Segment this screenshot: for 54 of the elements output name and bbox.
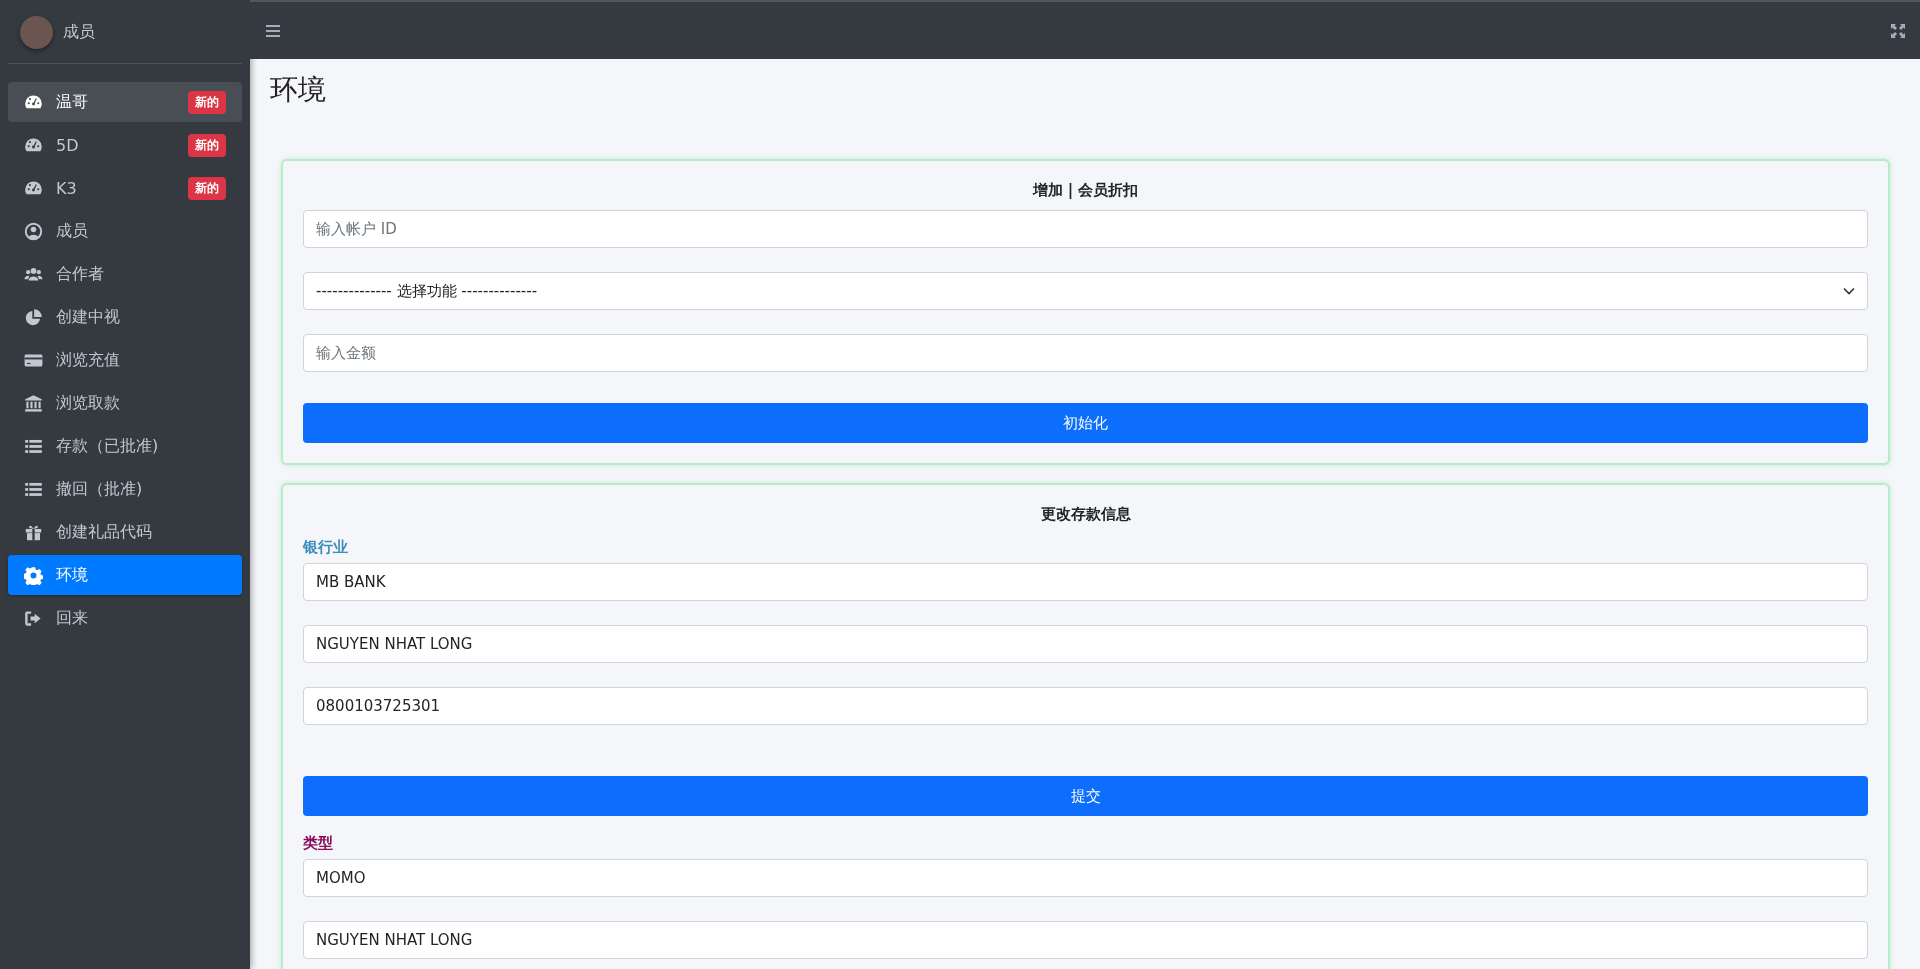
submit-button[interactable]: 初始化 xyxy=(303,403,1868,443)
pie-chart-icon xyxy=(24,307,43,327)
nav-label: 浏览取款 xyxy=(56,392,121,414)
nav-label: 创建中视 xyxy=(56,306,121,328)
section-label: 类型 xyxy=(303,834,334,853)
user-icon xyxy=(24,221,43,241)
input-field[interactable]: 0800103725301 xyxy=(303,687,1868,725)
nav-label: 成员 xyxy=(56,220,89,242)
nav-label: 浏览充值 xyxy=(56,349,121,371)
avatar xyxy=(20,16,53,49)
section-label: 银行业 xyxy=(303,538,349,557)
chevron-down-icon xyxy=(1843,287,1855,295)
nav-item[interactable]: 撤回（批准) xyxy=(8,469,242,509)
new-badge: 新的 xyxy=(188,133,226,157)
nav-item[interactable]: 创建礼品代码 xyxy=(8,512,242,552)
settings-icon xyxy=(24,565,43,585)
submit-button[interactable]: 提交 xyxy=(303,776,1868,816)
bank-icon xyxy=(24,393,43,413)
card-title: 增加 | 会员折扣 xyxy=(1031,181,1140,200)
nav-item[interactable]: 成员 xyxy=(8,211,242,251)
logout-icon xyxy=(24,608,43,628)
input-field[interactable]: NGUYEN NHAT LONG xyxy=(303,921,1868,959)
user-name[interactable]: 成员 xyxy=(63,22,95,43)
card-title: 更改存款信息 xyxy=(1039,505,1132,524)
input-field[interactable]: 输入金额 xyxy=(303,334,1868,372)
nav-item[interactable]: 合作者 xyxy=(8,254,242,294)
input-field[interactable]: NGUYEN NHAT LONG xyxy=(303,625,1868,663)
nav-label: K3 xyxy=(56,178,78,198)
nav-item[interactable]: 5D 新的 xyxy=(8,125,242,165)
fullscreen-icon[interactable] xyxy=(1891,23,1905,38)
nav-label: 撤回（批准) xyxy=(56,478,144,500)
nav-item[interactable]: 浏览取款 xyxy=(8,383,242,423)
nav-label: 回来 xyxy=(56,607,89,629)
select-field[interactable]: -------------- 选择功能 -------------- xyxy=(303,272,1868,310)
nav-item[interactable]: 存款（已批准) xyxy=(8,426,242,466)
new-badge: 新的 xyxy=(188,176,226,200)
page-title: 环境 xyxy=(270,72,327,108)
nav-item[interactable]: 温哥 新的 xyxy=(8,82,242,122)
input-field[interactable]: MB BANK xyxy=(303,563,1868,601)
nav-item[interactable]: K3 新的 xyxy=(8,168,242,208)
nav-item[interactable]: 浏览充值 xyxy=(8,340,242,380)
nav-item[interactable]: 环境 xyxy=(8,555,242,595)
nav-item[interactable]: 创建中视 xyxy=(8,297,242,337)
nav-label: 合作者 xyxy=(56,263,105,285)
menu-icon[interactable] xyxy=(266,24,280,37)
input-field[interactable]: MOMO xyxy=(303,859,1868,897)
new-badge: 新的 xyxy=(188,90,226,114)
nav-label: 存款（已批准) xyxy=(56,435,160,457)
nav-label: 温哥 xyxy=(56,91,89,113)
input-field[interactable]: 输入帐户 ID xyxy=(303,210,1868,248)
nav-label: 环境 xyxy=(56,564,89,586)
nav-label: 5D xyxy=(56,135,80,155)
nav-label: 创建礼品代码 xyxy=(56,521,153,543)
nav-item[interactable]: 回来 xyxy=(8,598,242,638)
